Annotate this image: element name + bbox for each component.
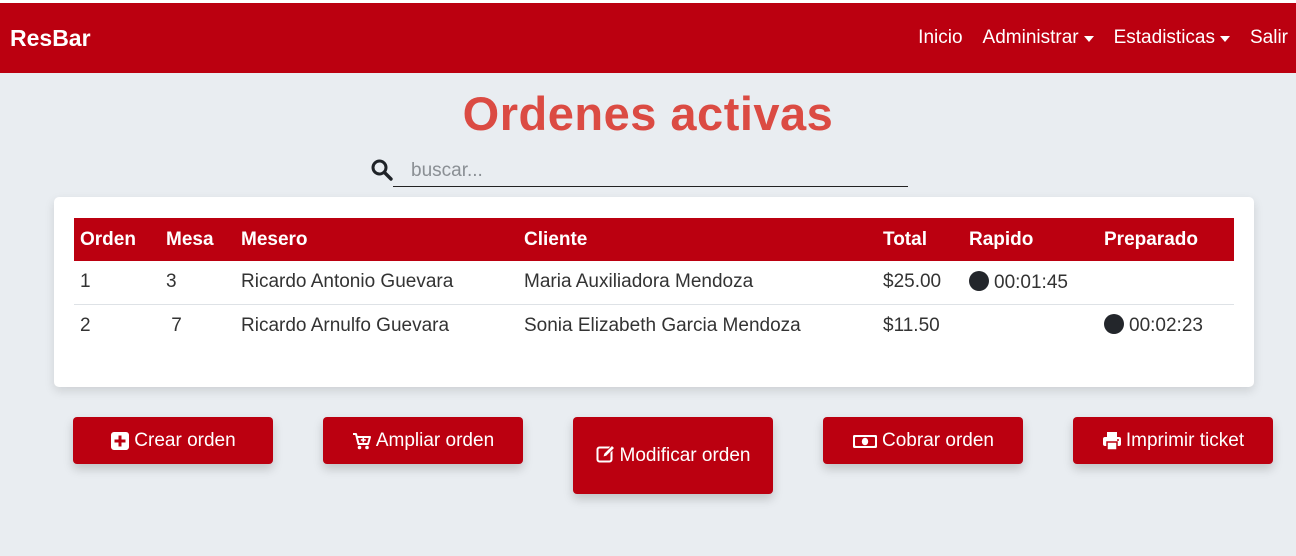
cell-cliente: Sonia Elizabeth Garcia Mendoza: [524, 314, 801, 336]
cell-orden: 1: [80, 271, 91, 293]
cell-mesa: 7: [166, 314, 182, 336]
status-dot-icon: [969, 270, 989, 291]
ampliar-orden-button[interactable]: Ampliar orden: [323, 417, 523, 464]
cobrar-orden-button[interactable]: Cobrar orden: [823, 417, 1023, 464]
search-icon: [371, 159, 393, 181]
button-label: Crear orden: [134, 429, 236, 451]
orders-card: Orden Mesa Mesero Cliente Total Rapido P…: [54, 197, 1254, 387]
money-bill-icon: [853, 434, 878, 448]
cell-mesero: Ricardo Arnulfo Guevara: [241, 314, 450, 336]
nav-link-label: Estadisticas: [1113, 27, 1215, 48]
cell-rapido: 00:01:45: [963, 261, 1098, 304]
print-icon: [1102, 431, 1121, 451]
button-label: Cobrar orden: [882, 429, 994, 451]
cell-total: $11.50: [883, 314, 940, 336]
rapido-timer: 00:01:45: [994, 271, 1068, 293]
header-total[interactable]: Total: [877, 218, 963, 261]
cell-total: $25.00: [883, 271, 942, 293]
nav-link-label: Administrar: [982, 27, 1079, 48]
cell-mesa: 3: [166, 271, 177, 293]
cell-orden: 2: [80, 314, 91, 336]
brand-logo[interactable]: ResBar: [10, 25, 91, 52]
modificar-orden-button[interactable]: Modificar orden: [573, 417, 773, 494]
header-mesa[interactable]: Mesa: [160, 218, 235, 261]
navbar: ResBar Inicio Administrar Estadisticas S…: [0, 3, 1296, 73]
caret-down-icon: [1083, 36, 1094, 42]
nav-links: Inicio Administrar Estadisticas Salir: [898, 3, 1296, 73]
nav-dropdown-estadisticas[interactable]: Estadisticas: [1114, 27, 1230, 49]
header-orden[interactable]: Orden: [74, 218, 160, 261]
table-row[interactable]: 2 7 Ricardo Arnulfo Guevara Sonia Elizab…: [74, 304, 1234, 347]
edit-icon: [596, 444, 615, 462]
cell-rapido: [963, 304, 1098, 347]
imprimir-ticket-button[interactable]: Imprimir ticket: [1073, 417, 1273, 464]
header-mesero[interactable]: Mesero: [235, 218, 518, 261]
cell-preparado: 00:02:23: [1098, 304, 1234, 347]
search-input[interactable]: [393, 156, 908, 187]
plus-square-icon: [111, 431, 130, 450]
header-rapido[interactable]: Rapido: [963, 218, 1098, 261]
crear-orden-button[interactable]: Crear orden: [73, 417, 273, 464]
button-content: Modificar orden: [596, 441, 751, 471]
header-cliente[interactable]: Cliente: [518, 218, 877, 261]
cell-preparado: [1098, 261, 1234, 304]
page-title: Ordenes activas: [462, 87, 834, 140]
nav-link-label: Inicio: [918, 27, 963, 48]
nav-link-salir[interactable]: Salir: [1250, 27, 1288, 49]
preparado-timer: 00:02:23: [1129, 315, 1203, 337]
nav-dropdown-administrar[interactable]: Administrar: [983, 27, 1094, 49]
cart-plus-icon: [352, 432, 371, 449]
table-row[interactable]: 1 3 Ricardo Antonio Guevara Maria Auxili…: [74, 261, 1234, 304]
cell-cliente: Maria Auxiliadora Mendoza: [524, 271, 754, 293]
status-dot-icon: [1104, 314, 1124, 335]
caret-down-icon: [1219, 36, 1230, 42]
orders-table: Orden Mesa Mesero Cliente Total Rapido P…: [74, 218, 1234, 347]
nav-link-label: Salir: [1249, 27, 1288, 48]
button-label: Imprimir ticket: [1125, 429, 1245, 451]
button-label: Modificar orden: [619, 444, 751, 466]
button-label: Ampliar orden: [375, 429, 495, 451]
cell-mesero: Ricardo Antonio Guevara: [241, 271, 454, 293]
nav-link-inicio[interactable]: Inicio: [918, 27, 962, 49]
header-preparado[interactable]: Preparado: [1098, 218, 1234, 261]
table-header-row: Orden Mesa Mesero Cliente Total Rapido P…: [74, 218, 1234, 261]
